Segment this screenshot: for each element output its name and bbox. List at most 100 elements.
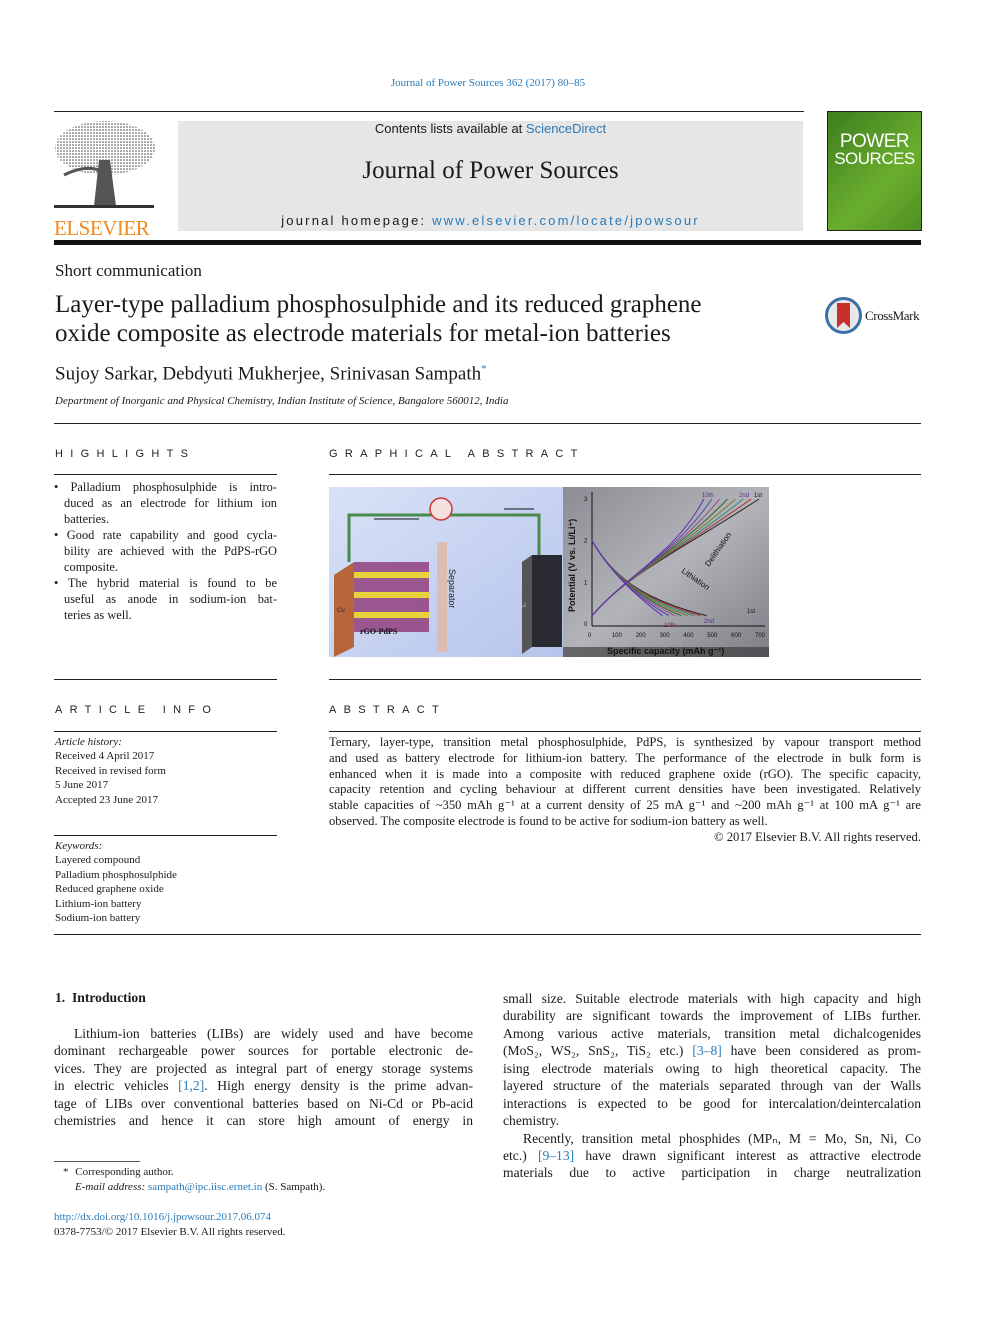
corresponding-author-mark[interactable]: * [481,363,487,375]
text-line: chemistries and hence it can store high … [54,1112,473,1129]
footnote-mark: * [63,1166,69,1178]
text-line: bility are achieved with the PdPS-rGO [64,543,277,559]
text-line: duced as an electrode for lithium ion [64,495,277,511]
issn-copyright: 0378-7753/© 2017 Elsevier B.V. All right… [54,1226,286,1238]
text-line: etc.) [9–13] have drawn significant inte… [503,1147,921,1164]
history-label: Article history: [55,736,122,748]
text-line: vices. They are projected as integral pa… [54,1060,473,1077]
li-label: Li [521,603,526,609]
crossmark-badge[interactable]: CrossMark [825,297,920,334]
graphical-abstract-image[interactable]: Separator rGO-PdPS Cu Li Potential (V vs… [329,487,769,657]
text-line: • Good rate capability and good cycla- [54,527,277,543]
text-line: teries as well. [64,607,277,623]
text-line: Ternary, layer-type, transition metal ph… [329,735,921,751]
text-segment: chemistries and hence it can store high … [54,1113,473,1129]
text-line: • Palladium phosphosulphide is intro- [54,479,277,495]
elsevier-logo[interactable]: ELSEVIER [54,120,156,239]
text-line: ising electrode materials owing to high … [503,1060,921,1077]
text-segment: vices. They are projected as integral pa… [54,1060,473,1076]
text-segment: layered structure of the materials separ… [503,1078,921,1094]
x-tick-label: 300 [660,633,671,639]
text-segment: ising electrode materials owing to high … [503,1060,921,1076]
divider [329,474,921,475]
cycle-label: 2nd [739,493,749,499]
corresponding-text: Corresponding author. [75,1166,174,1178]
text-line: enhanced when it is made into a composit… [329,767,921,783]
citation-link[interactable]: [1,2] [178,1078,204,1093]
x-tick-label: 400 [683,633,694,639]
intro-right-column: small size. Suitable electrode materials… [503,990,921,1182]
cycle-label: 1st [747,609,755,615]
citation-link[interactable]: Journal of Power Sources 362 (2017) 80–8… [391,77,585,89]
footnote-email: E-mail address: sampath@ipc.iisc.ernet.i… [75,1181,325,1193]
text-segment: durability are significant towards the i… [503,1008,921,1024]
email-suffix: (S. Sampath). [262,1181,326,1193]
graphical-abstract-heading: GRAPHICAL ABSTRACT [329,448,585,460]
text-line: composite. [64,559,277,575]
doi-line: http://dx.doi.org/10.1016/j.jpowsour.201… [54,1211,271,1223]
cycle-label: 1st [754,493,762,499]
divider [54,679,277,680]
text-line: Recently, transition metal phosphides (M… [503,1130,921,1147]
text-segment: . High energy density is the prime advan… [204,1078,473,1094]
citation-link[interactable]: [9–13] [538,1148,574,1163]
citation-link[interactable]: [3–8] [692,1043,721,1058]
x-tick-label: 200 [636,633,647,639]
text-segment: chemistry. [503,1113,560,1129]
x-axis-label: Specific capacity (mAh g⁻¹) [607,646,724,656]
footnote-corresponding: * Corresponding author. [63,1166,174,1178]
text-segment: small size. Suitable electrode materials… [503,991,921,1006]
text-segment: stable capacities of ~350 mAh g⁻¹ at a c… [329,798,921,813]
text-segment: have drawn significant interest as attra… [574,1147,922,1163]
highlights-heading: HIGHLIGHTS [55,448,196,460]
journal-title: Journal of Power Sources [362,157,619,184]
journal-cover[interactable]: POWER SOURCES [827,111,922,231]
text-line: • The hybrid material is found to be [54,575,277,591]
email-link[interactable]: sampath@ipc.iisc.ernet.in [148,1181,262,1193]
text-line: batteries. [64,511,277,527]
homepage-link[interactable]: www.elsevier.com/locate/jpowsour [432,213,700,228]
history-item: 5 June 2017 [55,779,109,792]
section-heading-introduction: 1. Introduction [55,990,146,1005]
history-item: Received in revised form [55,764,166,777]
abstract-heading: ABSTRACT [329,704,447,716]
elsevier-tree-icon [54,121,155,208]
cycle-label: 10th [664,623,676,629]
text-segment: batteries. [64,512,110,526]
text-line: stable capacities of ~350 mAh g⁻¹ at a c… [329,798,921,814]
text-segment: enhanced when it is made into a composit… [329,766,921,781]
text-line: observed. The composite electrode is fou… [329,814,921,830]
text-segment: observed. The composite electrode is fou… [329,813,768,828]
footnote-rule [54,1161,140,1162]
x-tick-label: 100 [612,633,623,639]
keyword: Lithium-ion battery [55,897,142,910]
divider [54,111,804,112]
text-line: Among various active materials, transiti… [503,1025,921,1042]
keyword: Palladium phosphosulphide [55,868,177,881]
text-segment: dominant rechargeable power sources for … [54,1043,473,1059]
text-segment: Among various active materials, transiti… [503,1025,921,1041]
sciencedirect-link[interactable]: ScienceDirect [526,121,606,136]
elsevier-wordmark: ELSEVIER [54,216,150,240]
article-history: Article history: Received 4 April 2017 R… [55,735,166,807]
journal-citation[interactable]: Journal of Power Sources 362 (2017) 80–8… [0,77,976,89]
doi-link[interactable]: http://dx.doi.org/10.1016/j.jpowsour.201… [54,1211,271,1223]
cover-title-line1: POWER [839,131,910,152]
crossmark-label: CrossMark [865,307,920,323]
li-electrode [532,555,562,647]
divider [329,731,921,732]
keyword: Reduced graphene oxide [55,883,164,896]
keyword: Layered compound [55,854,141,867]
email-label: E-mail address: [75,1181,148,1193]
x-tick-label: 500 [707,633,718,639]
text-segment: composite. [64,560,119,574]
text-line: interactions is expected to be good for … [503,1095,921,1112]
abstract-copyright: © 2017 Elsevier B.V. All rights reserved… [714,830,921,844]
text-segment: Lithium-ion batteries (LIBs) are widely … [74,1026,473,1041]
text-line: tage of LIBs over conventional batteries… [54,1095,473,1112]
text-segment: tage of LIBs over conventional batteries… [54,1095,473,1111]
article-info-heading: ARTICLE INFO [55,704,219,716]
text-segment: interactions is expected to be good for … [503,1095,921,1111]
separator-membrane [437,542,447,652]
homepage-prefix: journal homepage: [281,213,433,228]
